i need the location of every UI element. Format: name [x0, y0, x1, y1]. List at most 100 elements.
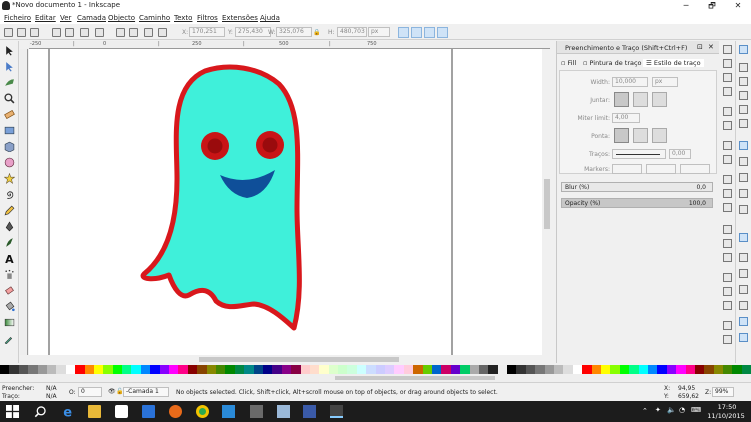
snap-smooth-icon[interactable] — [739, 205, 748, 214]
palette-swatch[interactable] — [741, 365, 751, 374]
search-icon[interactable] — [34, 405, 47, 418]
palette-swatch[interactable] — [28, 365, 38, 374]
node-tool-icon[interactable] — [4, 61, 15, 72]
palette-swatch[interactable] — [441, 365, 451, 374]
gradient-tool-icon[interactable] — [4, 317, 15, 328]
vertical-scroll-thumb[interactable] — [544, 179, 550, 229]
store-icon[interactable] — [115, 405, 128, 418]
palette-swatch[interactable] — [394, 365, 404, 374]
y-field[interactable]: 275,430 — [235, 27, 271, 37]
palette-swatch[interactable] — [666, 365, 677, 374]
scale-radii-toggle[interactable] — [411, 27, 422, 38]
w-field[interactable]: 325,076 — [276, 27, 312, 37]
palette-swatch[interactable] — [713, 365, 724, 374]
rectangle-tool-icon[interactable] — [4, 125, 15, 136]
spiral-tool-icon[interactable] — [4, 189, 15, 200]
palette-swatch[interactable] — [93, 365, 104, 374]
move-patterns-toggle[interactable] — [437, 27, 448, 38]
cap-butt-button[interactable] — [614, 128, 629, 143]
lock-icon[interactable]: 🔒 — [313, 29, 320, 36]
redo-icon[interactable] — [723, 155, 732, 164]
zoom-page-icon[interactable] — [723, 253, 732, 262]
print-icon[interactable] — [723, 87, 732, 96]
flip-vertical-icon[interactable] — [95, 28, 104, 37]
palette-swatch[interactable] — [732, 365, 742, 374]
raise-icon[interactable] — [129, 28, 138, 37]
width-field[interactable]: 10,000 — [612, 77, 648, 87]
vertical-scrollbar[interactable] — [542, 49, 552, 355]
cap-square-button[interactable] — [652, 128, 667, 143]
chrome-icon[interactable] — [196, 405, 209, 418]
copy-icon[interactable] — [723, 175, 732, 184]
ungroup-icon[interactable] — [723, 335, 732, 344]
palette-swatch[interactable] — [197, 365, 207, 374]
palette-swatch[interactable] — [65, 365, 76, 374]
zoom-selection-icon[interactable] — [723, 225, 732, 234]
snap-bbox-icon[interactable] — [739, 63, 748, 72]
scale-stroke-toggle[interactable] — [398, 27, 409, 38]
snap-center-icon[interactable] — [739, 119, 748, 128]
menu-camada[interactable]: Camada — [77, 14, 106, 22]
menu-caminho[interactable]: Caminho — [139, 14, 170, 22]
maximize-button[interactable]: 🗗 — [699, 0, 725, 12]
palette-swatch[interactable] — [253, 365, 263, 374]
palette-swatch[interactable] — [657, 365, 667, 374]
menu-ficheiro[interactable]: Ficheiro — [4, 14, 31, 22]
menu-filtros[interactable]: Filtros — [197, 14, 218, 22]
palette-swatch[interactable] — [37, 365, 47, 374]
notepad-icon[interactable] — [277, 405, 290, 418]
clone-icon[interactable] — [723, 287, 732, 296]
palette-swatch[interactable] — [169, 365, 179, 374]
open-icon[interactable] — [723, 59, 732, 68]
palette-swatch[interactable] — [554, 365, 564, 374]
palette-swatch[interactable] — [619, 365, 630, 374]
palette-swatch[interactable] — [601, 365, 611, 374]
palette-swatch[interactable] — [375, 365, 386, 374]
palette-swatch[interactable] — [309, 365, 320, 374]
start-marker-select[interactable] — [612, 164, 642, 174]
palette-swatch[interactable] — [56, 365, 66, 374]
snap-path-mask-icon[interactable] — [739, 333, 748, 342]
palette-swatch[interactable] — [347, 365, 357, 374]
palette-swatch[interactable] — [291, 365, 301, 374]
palette-swatch[interactable] — [140, 365, 151, 374]
duplicate-icon[interactable] — [723, 273, 732, 282]
file-explorer-icon[interactable] — [88, 405, 101, 418]
palette-swatch[interactable] — [131, 365, 141, 374]
palette-swatch[interactable] — [478, 365, 489, 374]
palette-swatch[interactable] — [356, 365, 367, 374]
palette-swatch[interactable] — [385, 365, 395, 374]
snap-nodes-icon[interactable] — [739, 141, 748, 150]
panel-close-icon[interactable]: ✕ — [708, 43, 714, 51]
palette-swatch[interactable] — [460, 365, 470, 374]
clock-time[interactable]: 17:50 — [712, 403, 742, 411]
mid-marker-select[interactable] — [646, 164, 676, 174]
raise-to-top-icon[interactable] — [116, 28, 125, 37]
snap-grid-icon[interactable] — [739, 269, 748, 278]
palette-swatch[interactable] — [234, 365, 245, 374]
left-pupil[interactable] — [207, 138, 223, 154]
palette-swatch[interactable] — [215, 365, 226, 374]
select-all-layers-icon[interactable] — [17, 28, 26, 37]
snap-text-baseline-icon[interactable] — [739, 285, 748, 294]
palette-swatch[interactable] — [319, 365, 329, 374]
palette-swatch[interactable] — [582, 365, 592, 374]
palette-swatch[interactable] — [122, 365, 132, 374]
zoom-tool-icon[interactable] — [4, 93, 15, 104]
palette-swatch[interactable] — [469, 365, 479, 374]
tab-stroke-paint[interactable]: ▫ Pintura de traço — [583, 59, 642, 67]
windows-start-icon[interactable] — [6, 405, 19, 418]
unlink-clone-icon[interactable] — [723, 301, 732, 310]
ellipse-tool-icon[interactable] — [4, 157, 15, 168]
palette-swatch[interactable] — [18, 365, 29, 374]
flip-horizontal-icon[interactable] — [80, 28, 89, 37]
palette-swatch[interactable] — [610, 365, 620, 374]
palette-swatch[interactable] — [535, 365, 545, 374]
group-icon[interactable] — [723, 321, 732, 330]
move-gradients-toggle[interactable] — [424, 27, 435, 38]
edge-browser-icon[interactable]: e — [62, 405, 75, 418]
palette-swatch[interactable] — [507, 365, 517, 374]
palette-swatch[interactable] — [629, 365, 639, 374]
palette-swatch[interactable] — [563, 365, 573, 374]
palette-swatch[interactable] — [591, 365, 601, 374]
